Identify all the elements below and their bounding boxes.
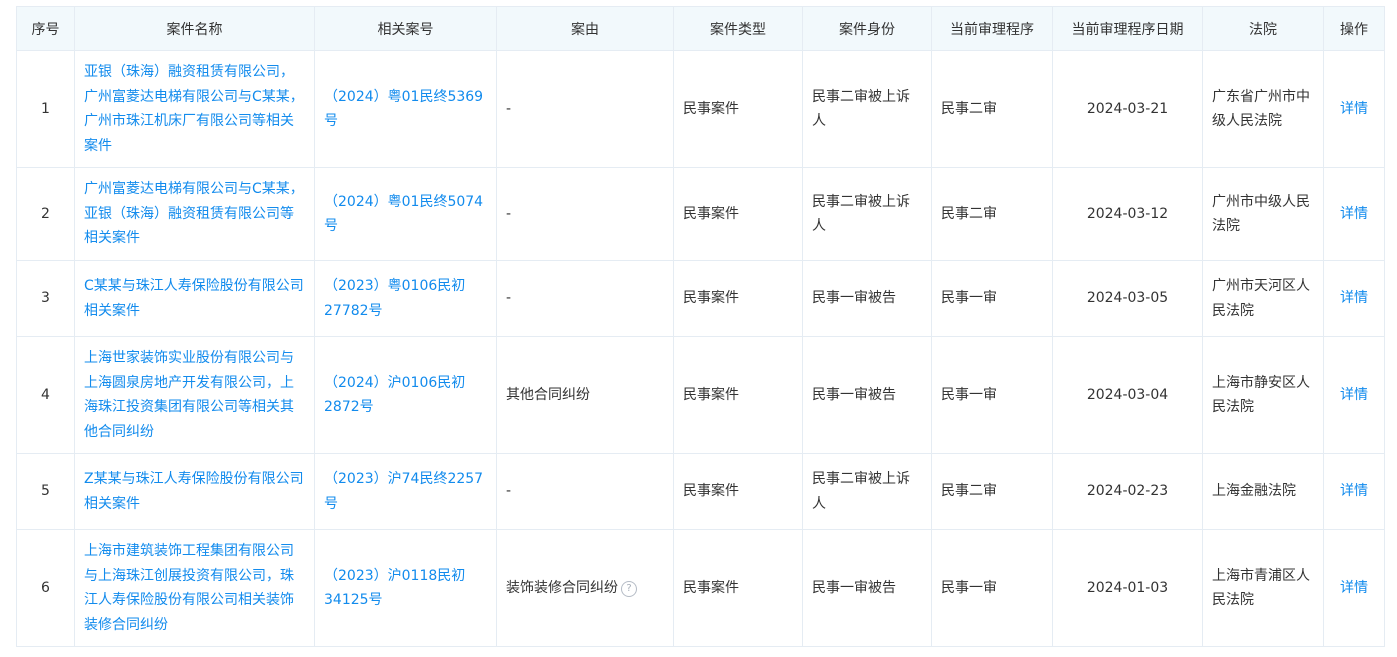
case-number-link[interactable]: （2023）粤0106民初27782号 [324, 278, 465, 319]
details-link[interactable]: 详情 [1340, 483, 1368, 499]
help-icon[interactable]: ? [621, 580, 637, 597]
row-procedure-date: 2024-03-12 [1052, 167, 1203, 261]
row-case-number-cell: （2023）沪74民终2257号 [314, 453, 497, 530]
row-procedure-date: 2024-01-03 [1052, 529, 1203, 647]
table-header-row: 序号 案件名称 相关案号 案由 案件类型 案件身份 当前审理程序 当前审理程序日… [16, 6, 1385, 51]
table-row: 2 广州富菱达电梯有限公司与C某某，亚银（珠海）融资租赁有限公司等相关案件 （2… [16, 167, 1385, 261]
row-procedure: 民事二审 [931, 453, 1053, 530]
row-procedure: 民事二审 [931, 167, 1053, 261]
row-seq: 5 [16, 453, 75, 530]
row-seq: 6 [16, 529, 75, 647]
details-link[interactable]: 详情 [1340, 290, 1368, 306]
header-court: 法院 [1202, 6, 1324, 51]
case-table-container: 序号 案件名称 相关案号 案由 案件类型 案件身份 当前审理程序 当前审理程序日… [16, 6, 1385, 647]
row-identity: 民事一审被告 [802, 336, 932, 454]
header-procedure: 当前审理程序 [931, 6, 1053, 51]
row-action-cell: 详情 [1323, 167, 1385, 261]
row-case-name-cell: 广州富菱达电梯有限公司与C某某，亚银（珠海）融资租赁有限公司等相关案件 [74, 167, 315, 261]
case-number-link[interactable]: （2024）沪0106民初2872号 [324, 375, 465, 416]
details-link[interactable]: 详情 [1340, 206, 1368, 222]
row-case-type: 民事案件 [673, 453, 803, 530]
case-number-link[interactable]: （2023）沪0118民初34125号 [324, 568, 465, 609]
row-seq: 3 [16, 260, 75, 337]
row-identity: 民事一审被告 [802, 260, 932, 337]
case-table: 序号 案件名称 相关案号 案由 案件类型 案件身份 当前审理程序 当前审理程序日… [16, 6, 1385, 647]
row-court: 广东省广州市中级人民法院 [1202, 50, 1324, 168]
row-cause-cell: 装饰装修合同纠纷? [496, 529, 674, 647]
row-seq: 2 [16, 167, 75, 261]
case-name-link[interactable]: Z某某与珠江人寿保险股份有限公司相关案件 [84, 471, 304, 512]
table-row: 6 上海市建筑装饰工程集团有限公司与上海珠江创展投资有限公司，珠江人寿保险股份有… [16, 529, 1385, 647]
row-action-cell: 详情 [1323, 50, 1385, 168]
row-identity: 民事二审被上诉人 [802, 453, 932, 530]
case-name-link[interactable]: C某某与珠江人寿保险股份有限公司相关案件 [84, 278, 304, 319]
row-court: 广州市中级人民法院 [1202, 167, 1324, 261]
row-cause: - [496, 260, 674, 337]
row-case-name-cell: 亚银（珠海）融资租赁有限公司，广州富菱达电梯有限公司与C某某，广州市珠江机床厂有… [74, 50, 315, 168]
row-procedure-date: 2024-03-21 [1052, 50, 1203, 168]
row-case-name-cell: 上海世家装饰实业股份有限公司与上海圆泉房地产开发有限公司，上海珠江投资集团有限公… [74, 336, 315, 454]
case-number-link[interactable]: （2023）沪74民终2257号 [324, 471, 483, 512]
row-identity: 民事一审被告 [802, 529, 932, 647]
row-identity: 民事二审被上诉人 [802, 167, 932, 261]
row-cause: - [496, 50, 674, 168]
row-action-cell: 详情 [1323, 453, 1385, 530]
row-case-number-cell: （2024）沪0106民初2872号 [314, 336, 497, 454]
row-case-name-cell: 上海市建筑装饰工程集团有限公司与上海珠江创展投资有限公司，珠江人寿保险股份有限公… [74, 529, 315, 647]
table-row: 5 Z某某与珠江人寿保险股份有限公司相关案件 （2023）沪74民终2257号 … [16, 453, 1385, 530]
details-link[interactable]: 详情 [1340, 387, 1368, 403]
header-case-number: 相关案号 [314, 6, 497, 51]
row-action-cell: 详情 [1323, 336, 1385, 454]
header-procedure-date: 当前审理程序日期 [1052, 6, 1203, 51]
table-row: 1 亚银（珠海）融资租赁有限公司，广州富菱达电梯有限公司与C某某，广州市珠江机床… [16, 50, 1385, 168]
row-action-cell: 详情 [1323, 260, 1385, 337]
table-row: 3 C某某与珠江人寿保险股份有限公司相关案件 （2023）粤0106民初2778… [16, 260, 1385, 337]
row-case-type: 民事案件 [673, 529, 803, 647]
case-number-link[interactable]: （2024）粤01民终5074号 [324, 194, 483, 235]
row-cause: - [496, 167, 674, 261]
row-case-name-cell: Z某某与珠江人寿保险股份有限公司相关案件 [74, 453, 315, 530]
row-procedure-date: 2024-03-05 [1052, 260, 1203, 337]
header-identity: 案件身份 [802, 6, 932, 51]
row-procedure: 民事二审 [931, 50, 1053, 168]
row-procedure: 民事一审 [931, 336, 1053, 454]
details-link[interactable]: 详情 [1340, 101, 1368, 117]
row-seq: 1 [16, 50, 75, 168]
row-case-number-cell: （2024）粤01民终5074号 [314, 167, 497, 261]
row-court: 上海市静安区人民法院 [1202, 336, 1324, 454]
row-case-type: 民事案件 [673, 167, 803, 261]
case-name-link[interactable]: 上海市建筑装饰工程集团有限公司与上海珠江创展投资有限公司，珠江人寿保险股份有限公… [84, 543, 294, 633]
row-case-type: 民事案件 [673, 336, 803, 454]
header-case-name: 案件名称 [74, 6, 315, 51]
row-procedure: 民事一审 [931, 260, 1053, 337]
case-name-link[interactable]: 广州富菱达电梯有限公司与C某某，亚银（珠海）融资租赁有限公司等相关案件 [84, 181, 304, 246]
row-cause: - [496, 453, 674, 530]
header-case-type: 案件类型 [673, 6, 803, 51]
case-name-link[interactable]: 上海世家装饰实业股份有限公司与上海圆泉房地产开发有限公司，上海珠江投资集团有限公… [84, 350, 294, 440]
row-case-type: 民事案件 [673, 50, 803, 168]
header-cause: 案由 [496, 6, 674, 51]
row-case-number-cell: （2023）沪0118民初34125号 [314, 529, 497, 647]
row-procedure-date: 2024-03-04 [1052, 336, 1203, 454]
row-procedure: 民事一审 [931, 529, 1053, 647]
row-cause: 其他合同纠纷 [496, 336, 674, 454]
row-court: 上海金融法院 [1202, 453, 1324, 530]
row-court: 上海市青浦区人民法院 [1202, 529, 1324, 647]
case-number-link[interactable]: （2024）粤01民终5369号 [324, 89, 483, 130]
row-court: 广州市天河区人民法院 [1202, 260, 1324, 337]
row-case-number-cell: （2024）粤01民终5369号 [314, 50, 497, 168]
row-cause: 装饰装修合同纠纷 [506, 579, 618, 596]
row-identity: 民事二审被上诉人 [802, 50, 932, 168]
case-name-link[interactable]: 亚银（珠海）融资租赁有限公司，广州富菱达电梯有限公司与C某某，广州市珠江机床厂有… [84, 64, 304, 154]
row-case-number-cell: （2023）粤0106民初27782号 [314, 260, 497, 337]
row-case-name-cell: C某某与珠江人寿保险股份有限公司相关案件 [74, 260, 315, 337]
header-action: 操作 [1323, 6, 1385, 51]
row-procedure-date: 2024-02-23 [1052, 453, 1203, 530]
row-seq: 4 [16, 336, 75, 454]
details-link[interactable]: 详情 [1340, 580, 1368, 596]
row-action-cell: 详情 [1323, 529, 1385, 647]
header-seq: 序号 [16, 6, 75, 51]
row-case-type: 民事案件 [673, 260, 803, 337]
table-row: 4 上海世家装饰实业股份有限公司与上海圆泉房地产开发有限公司，上海珠江投资集团有… [16, 336, 1385, 454]
